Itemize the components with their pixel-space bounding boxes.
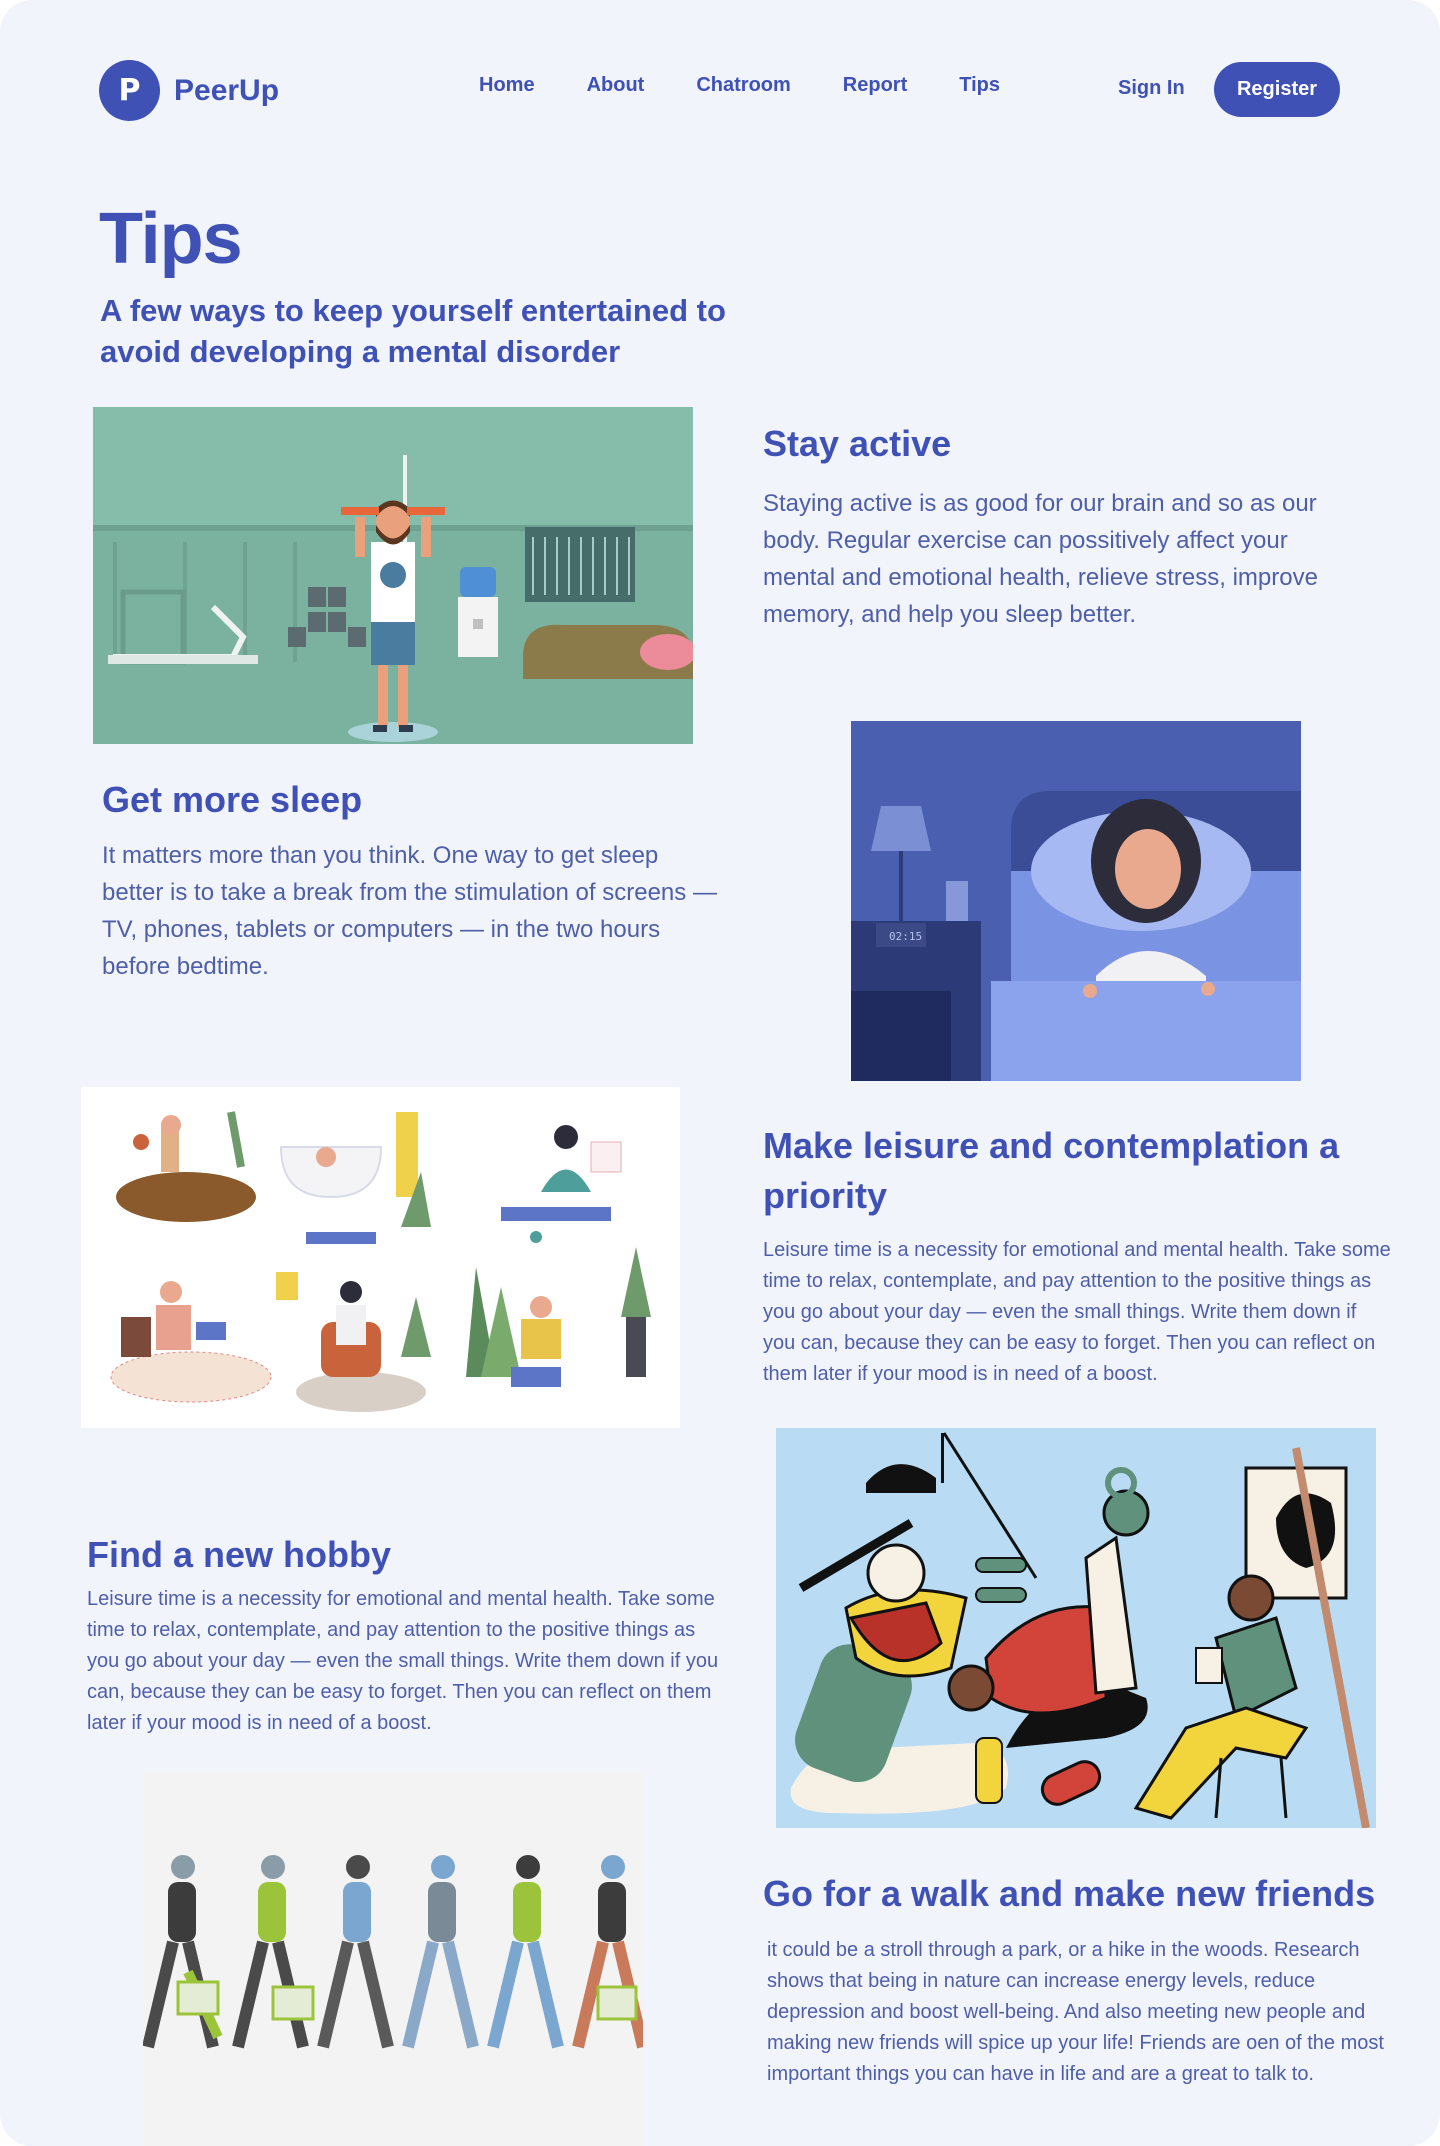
page: P PeerUp Home About Chatroom Report Tips… (0, 0, 1440, 2146)
brand-name: PeerUp (174, 73, 280, 107)
sleep-illustration: 02:15 (851, 721, 1301, 1081)
clock-display: 02:15 (889, 930, 922, 943)
tip-body-hobby: Leisure time is a necessity for emotiona… (87, 1588, 719, 1734)
nav-home[interactable]: Home (479, 74, 535, 97)
tip-title-sleep: Get more sleep (102, 779, 363, 820)
logo-icon: P (99, 60, 160, 121)
walking-people-illustration (143, 1772, 643, 2146)
tip-title-stay-active: Stay active (763, 423, 952, 464)
tip-body-stay-active: Staying active is as good for our brain … (763, 490, 1318, 628)
hobby-illustration (776, 1428, 1376, 1828)
logo[interactable]: P PeerUp (99, 60, 279, 121)
sign-in-link[interactable]: Sign In (1118, 77, 1185, 100)
tip-title-walk: Go for a walk and make new friends (763, 1873, 1376, 1914)
register-button[interactable]: Register (1214, 62, 1340, 117)
nav-chatroom[interactable]: Chatroom (696, 74, 790, 97)
tip-body-walk: it could be a stroll through a park, or … (767, 1939, 1384, 2085)
leisure-illustration (81, 1087, 680, 1428)
tip-body-leisure: Leisure time is a necessity for emotiona… (763, 1239, 1391, 1385)
nav-tips[interactable]: Tips (959, 74, 1000, 97)
tip-title-leisure: Make leisure and contemplation a priorit… (763, 1125, 1340, 1216)
tip-title-hobby: Find a new hobby (87, 1534, 391, 1575)
tip-body-sleep: It matters more than you think. One way … (102, 842, 717, 980)
nav-about[interactable]: About (587, 74, 645, 97)
exercise-illustration (93, 407, 693, 744)
nav-report[interactable]: Report (843, 74, 907, 97)
main-nav: Home About Chatroom Report Tips (479, 74, 1052, 97)
page-subtitle: A few ways to keep yourself entertained … (100, 293, 726, 369)
page-title: Tips (99, 199, 243, 279)
